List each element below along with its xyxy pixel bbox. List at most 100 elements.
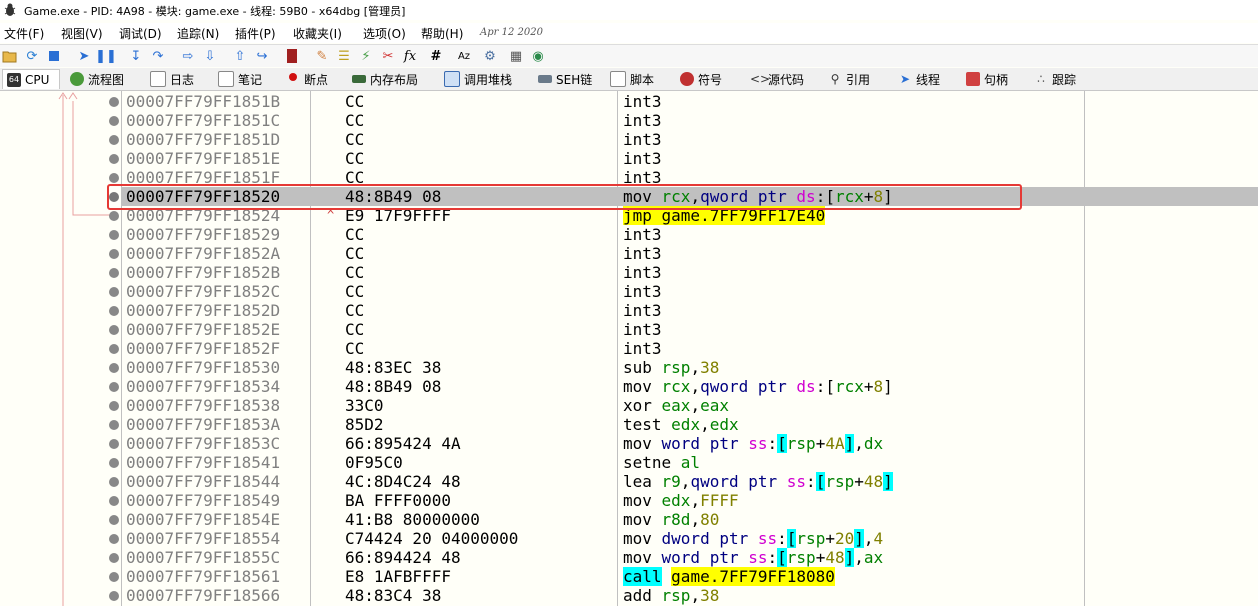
breakpoint-dot-icon[interactable] <box>109 534 119 544</box>
tab-call-stack[interactable]: 调用堆栈 <box>440 69 526 89</box>
tab-cpu[interactable]: 64 CPU <box>2 69 60 89</box>
tab-symbols[interactable]: 符号 <box>676 69 738 89</box>
instruction-row[interactable]: 00007FF79FF18541 0F95C0 setne al <box>121 453 1258 472</box>
run-icon[interactable]: ➤ <box>76 48 92 64</box>
breakpoint-dot-icon[interactable] <box>109 439 119 449</box>
instruction-row[interactable]: 00007FF79FF18530 48:83EC 38 sub rsp,38 <box>121 358 1258 377</box>
scylla-icon[interactable]: ✂ <box>380 48 396 64</box>
close-icon[interactable] <box>46 48 62 64</box>
tab-label: 句柄 <box>984 72 1009 87</box>
tab-source[interactable]: <> 源代码 <box>746 69 812 89</box>
breakpoint-dot-icon[interactable] <box>109 401 119 411</box>
instruction-row[interactable]: 00007FF79FF1852F CC int3 <box>121 339 1258 358</box>
breakpoint-dot-icon[interactable] <box>109 458 119 468</box>
instruction-row[interactable]: 00007FF79FF18538 33C0 xor eax,eax <box>121 396 1258 415</box>
globe-icon[interactable]: ◉ <box>530 48 546 64</box>
tab-memory-map[interactable]: 内存布局 <box>348 69 434 89</box>
comment-icon[interactable]: ☰ <box>336 48 352 64</box>
instruction-row[interactable]: 00007FF79FF1854E 41:B8 80000000 mov r8d,80 <box>121 510 1258 529</box>
breakpoint-dot-icon[interactable] <box>109 572 119 582</box>
tab-trace[interactable]: ∴ 跟踪 <box>1030 69 1090 89</box>
instruction-row[interactable]: 00007FF79FF18566 48:83C4 38 add rsp,38 <box>121 586 1258 605</box>
restart-icon[interactable]: ⟳ <box>24 48 40 64</box>
instruction-row[interactable]: 00007FF79FF1852C CC int3 <box>121 282 1258 301</box>
instruction-row[interactable]: 00007FF79FF1853A 85D2 test edx,edx <box>121 415 1258 434</box>
instruction-row[interactable]: 00007FF79FF1852A CC int3 <box>121 244 1258 263</box>
instruction-row[interactable]: 00007FF79FF1852D CC int3 <box>121 301 1258 320</box>
menu-help[interactable]: 帮助(H) <box>421 25 463 42</box>
breakpoint-dot-icon[interactable] <box>109 230 119 240</box>
instruction-row[interactable]: 00007FF79FF1851B CC int3 <box>121 92 1258 111</box>
breakpoint-dot-icon[interactable] <box>109 363 119 373</box>
tab-notes[interactable]: 笔记 <box>214 69 276 89</box>
menu-trace[interactable]: 追踪(N) <box>177 25 219 42</box>
bookmark-icon[interactable] <box>284 48 300 64</box>
breakpoint-dot-icon[interactable] <box>109 135 119 145</box>
menu-file[interactable]: 文件(F) <box>4 25 44 42</box>
breakpoint-dot-icon[interactable] <box>109 268 119 278</box>
breakpoint-dot-icon[interactable] <box>109 192 119 202</box>
breakpoint-dot-icon[interactable] <box>109 591 119 601</box>
open-icon[interactable] <box>2 48 18 64</box>
instruction-row[interactable]: 00007FF79FF1855C 66:894424 48 mov word ptr… <box>121 548 1258 567</box>
hash-icon[interactable]: # <box>428 48 444 64</box>
instruction-row[interactable]: 00007FF79FF18544 4C:8D4C24 48 lea r9,qword… <box>121 472 1258 491</box>
settings-icon[interactable]: ⚙ <box>482 48 498 64</box>
label-icon[interactable]: ⚡ <box>358 48 374 64</box>
breakpoint-dot-icon[interactable] <box>109 420 119 430</box>
instruction-row[interactable]: 00007FF79FF18534 48:8B49 08 mov rcx,qword … <box>121 377 1258 396</box>
instruction-row[interactable]: 00007FF79FF1851E CC int3 <box>121 149 1258 168</box>
tab-threads[interactable]: ➤ 线程 <box>894 69 954 89</box>
strings-icon[interactable]: Az <box>456 48 472 64</box>
instruction-row[interactable]: 00007FF79FF18549 BA FFFF0000 mov edx,FFFF <box>121 491 1258 510</box>
breakpoint-dot-icon[interactable] <box>109 382 119 392</box>
breakpoint-dot-icon[interactable] <box>109 249 119 259</box>
breakpoint-dot-icon[interactable] <box>109 553 119 563</box>
step-over-icon[interactable]: ↷ <box>150 48 166 64</box>
breakpoint-dot-icon[interactable] <box>109 344 119 354</box>
instruction-row[interactable]: 00007FF79FF1852E CC int3 <box>121 320 1258 339</box>
menu-plugins[interactable]: 插件(P) <box>235 25 276 42</box>
instruction-row[interactable]: 00007FF79FF1852B CC int3 <box>121 263 1258 282</box>
calculator-icon[interactable]: ▦ <box>508 48 524 64</box>
step-into-icon[interactable]: ↧ <box>128 48 144 64</box>
disassembly-view[interactable]: 00007FF79FF1851B CC int3 00007FF79FF1851C CC… <box>0 91 1258 606</box>
trace-over-icon[interactable]: ⇩ <box>202 48 218 64</box>
tab-references[interactable]: ⚲ 引用 <box>824 69 884 89</box>
instruction-row[interactable]: 00007FF79FF18554 C74424 20 04000000 mov dw… <box>121 529 1258 548</box>
breakpoint-dot-icon[interactable] <box>109 211 119 221</box>
instruction-row[interactable]: 00007FF79FF18561 E8 1AFBFFFF call game.7FF… <box>121 567 1258 586</box>
menu-options[interactable]: 选项(O) <box>363 25 406 42</box>
breakpoint-dot-icon[interactable] <box>109 515 119 525</box>
pause-icon[interactable]: ❚❚ <box>95 48 117 64</box>
tab-script[interactable]: 脚本 <box>606 69 668 89</box>
breakpoint-dot-icon[interactable] <box>109 97 119 107</box>
breakpoint-dot-icon[interactable] <box>109 173 119 183</box>
tab-graph[interactable]: 流程图 <box>66 69 142 89</box>
patch-icon[interactable]: ✎ <box>314 48 330 64</box>
trace-into-icon[interactable]: ⇨ <box>180 48 196 64</box>
breakpoint-dot-icon[interactable] <box>109 325 119 335</box>
instruction-row[interactable]: 00007FF79FF18529 CC int3 <box>121 225 1258 244</box>
tab-log[interactable]: 日志 <box>146 69 208 89</box>
breakpoint-dot-icon[interactable] <box>109 116 119 126</box>
menu-view[interactable]: 视图(V) <box>61 25 103 42</box>
address-cell: 00007FF79FF1855C <box>126 548 281 567</box>
breakpoint-dot-icon[interactable] <box>109 154 119 164</box>
run-to-user-code-icon[interactable]: ↪ <box>254 48 270 64</box>
instruction-row[interactable]: 00007FF79FF1851C CC int3 <box>121 111 1258 130</box>
function-icon[interactable]: fx <box>402 48 418 64</box>
menu-debug[interactable]: 调试(D) <box>119 25 162 42</box>
breakpoint-dot-icon[interactable] <box>109 496 119 506</box>
instruction-token: : <box>767 548 778 567</box>
breakpoint-dot-icon[interactable] <box>109 306 119 316</box>
execute-till-return-icon[interactable]: ⇧ <box>232 48 248 64</box>
breakpoint-dot-icon[interactable] <box>109 287 119 297</box>
instruction-row[interactable]: 00007FF79FF1851D CC int3 <box>121 130 1258 149</box>
tab-handles[interactable]: 句柄 <box>962 69 1022 89</box>
breakpoint-dot-icon[interactable] <box>109 477 119 487</box>
instruction-row[interactable]: 00007FF79FF1853C 66:895424 4A mov word ptr… <box>121 434 1258 453</box>
tab-breakpoints[interactable]: 断点 <box>282 69 342 89</box>
tab-seh-chain[interactable]: SEH链 <box>534 69 600 89</box>
menu-favourites[interactable]: 收藏夹(I) <box>293 25 342 42</box>
